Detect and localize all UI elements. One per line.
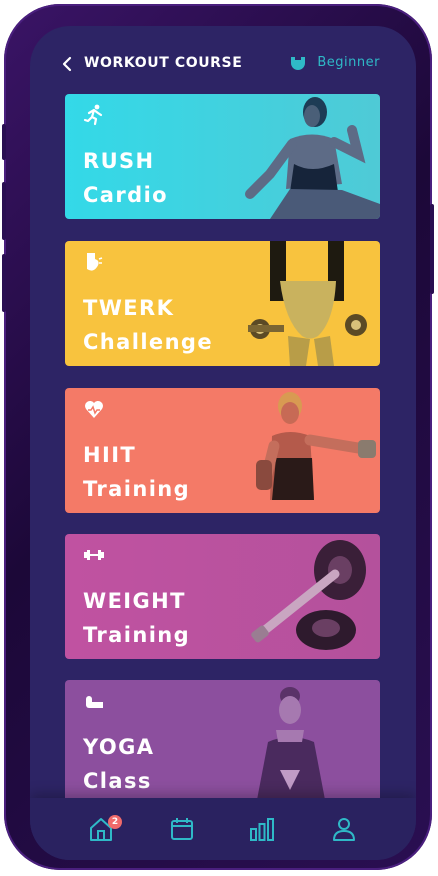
mute-button: [2, 124, 6, 160]
heart-rate-icon: [85, 401, 103, 418]
card-title: WEIGHT: [83, 589, 186, 613]
card-title: TWERK: [83, 296, 175, 320]
card-title: RUSH: [83, 149, 155, 173]
stats-icon[interactable]: [249, 816, 275, 842]
course-card-yoga-class[interactable]: YOGA Class: [65, 680, 380, 805]
calendar-icon[interactable]: [169, 816, 195, 842]
card-subtitle: Cardio: [83, 183, 168, 207]
notification-badge: 2: [108, 815, 122, 829]
page-title: WORKOUT COURSE: [84, 55, 243, 71]
header: WORKOUT COURSE Beginner: [30, 26, 416, 96]
course-card-twerk-challenge[interactable]: TWERK Challenge: [65, 241, 380, 366]
cardio-athlete-image: [245, 97, 380, 219]
app-screen: WORKOUT COURSE Beginner RUSH Cardio TWER…: [30, 26, 416, 860]
yoga-mat-icon: [86, 696, 103, 708]
volume-up-button: [2, 182, 6, 240]
glute-icon: [87, 253, 103, 271]
level-selector[interactable]: Beginner: [317, 55, 380, 70]
card-subtitle: Training: [83, 623, 191, 647]
weights-image: [251, 540, 366, 650]
course-card-rush-cardio[interactable]: RUSH Cardio: [65, 94, 380, 219]
phone-frame: WORKOUT COURSE Beginner RUSH Cardio TWER…: [2, 4, 434, 870]
back-arrow-icon[interactable]: [60, 56, 76, 72]
dumbbell-icon: [84, 550, 104, 560]
card-subtitle: Class: [83, 769, 152, 793]
runner-icon: [83, 104, 103, 126]
profile-icon[interactable]: [331, 816, 357, 842]
card-subtitle: Challenge: [83, 330, 213, 354]
yoga-athlete-image: [256, 687, 326, 805]
card-title: YOGA: [83, 735, 155, 759]
course-card-hiit-training[interactable]: HIIT Training: [65, 388, 380, 513]
course-card-weight-training[interactable]: WEIGHT Training: [65, 534, 380, 659]
hiit-athlete-image: [256, 392, 376, 500]
level-badge-icon: [291, 57, 305, 70]
card-title: HIIT: [83, 443, 137, 467]
twerk-athlete-image: [248, 241, 367, 366]
volume-down-button: [2, 254, 6, 312]
bottom-nav: 2: [30, 798, 416, 860]
power-button: [430, 204, 434, 294]
card-subtitle: Training: [83, 477, 191, 501]
